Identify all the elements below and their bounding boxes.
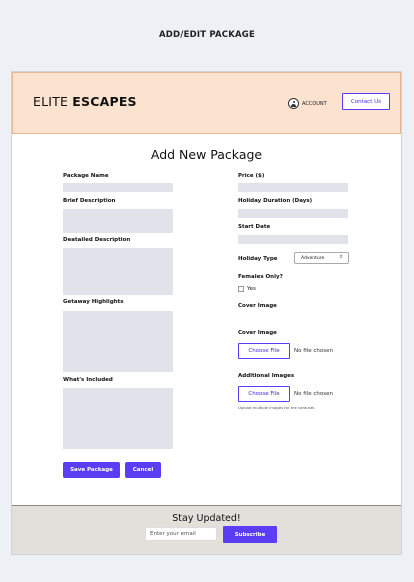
account-label: ACCOUNT bbox=[302, 100, 327, 107]
brand-logo[interactable]: ELITE ESCAPES bbox=[33, 94, 137, 109]
start-date-input[interactable] bbox=[238, 235, 348, 244]
females-only-label: Females Only? bbox=[238, 274, 283, 280]
newsletter-title: Stay Updated! bbox=[172, 513, 241, 524]
start-date-label: Start Date bbox=[238, 224, 271, 230]
account-link[interactable]: ACCOUNT bbox=[288, 98, 327, 109]
holiday-type-value: Adventure bbox=[301, 255, 325, 261]
upload-hint: Upload multiple images for the carousel. bbox=[238, 405, 316, 410]
brand-name-regular: ELITE bbox=[33, 94, 73, 109]
cover-image-choose-file-button[interactable]: Choose File bbox=[238, 343, 290, 359]
brief-description-label: Brief Description bbox=[63, 198, 116, 204]
holiday-type-label: Holiday Type bbox=[238, 256, 278, 262]
females-only-option: Yes bbox=[238, 286, 256, 292]
duration-input[interactable] bbox=[238, 209, 348, 218]
cover-image-label: Cover Image bbox=[238, 330, 277, 336]
site-header: ELITE ESCAPES ACCOUNT Contact Us bbox=[12, 72, 401, 134]
additional-images-file-status: No file chosen bbox=[294, 391, 333, 397]
additional-images-label: Additional Images bbox=[238, 373, 295, 379]
included-label: What's Included bbox=[63, 377, 113, 383]
brand-name-bold: ESCAPES bbox=[72, 94, 137, 109]
duration-label: Holiday Duration (Days) bbox=[238, 198, 313, 204]
cancel-button[interactable]: Cancel bbox=[125, 462, 161, 478]
price-input[interactable] bbox=[238, 183, 348, 192]
page-caption: ADD/EDIT PACKAGE bbox=[159, 30, 255, 40]
form-title: Add New Package bbox=[150, 147, 263, 162]
app-frame: ELITE ESCAPES ACCOUNT Contact Us Add New… bbox=[11, 71, 402, 555]
price-label: Price ($) bbox=[238, 173, 265, 179]
user-icon bbox=[288, 98, 299, 109]
holiday-type-select[interactable]: Adventure ⇕ bbox=[294, 252, 349, 264]
detailed-description-input[interactable] bbox=[63, 248, 173, 295]
select-arrows-icon: ⇕ bbox=[339, 255, 343, 260]
package-name-label: Package Name bbox=[63, 173, 109, 179]
package-name-input[interactable] bbox=[63, 183, 173, 192]
save-package-button[interactable]: Save Package bbox=[63, 462, 120, 478]
included-input[interactable] bbox=[63, 388, 173, 449]
females-only-checkbox[interactable] bbox=[238, 286, 244, 292]
cover-image-file-status: No file chosen bbox=[294, 348, 333, 354]
additional-images-choose-file-button[interactable]: Choose File bbox=[238, 386, 290, 402]
brief-description-input[interactable] bbox=[63, 209, 173, 233]
highlights-input[interactable] bbox=[63, 311, 173, 372]
newsletter-footer: Stay Updated! Enter your email Subscribe bbox=[12, 505, 401, 554]
contact-us-button[interactable]: Contact Us bbox=[342, 93, 390, 110]
cover-image-heading: Cover Image bbox=[238, 303, 277, 309]
subscribe-button[interactable]: Subscribe bbox=[223, 526, 277, 543]
yes-label: Yes bbox=[247, 286, 256, 292]
highlights-label: Getaway Highlights bbox=[63, 299, 124, 305]
detailed-description-label: Deatailed Description bbox=[63, 237, 131, 243]
email-input[interactable]: Enter your email bbox=[145, 527, 217, 541]
